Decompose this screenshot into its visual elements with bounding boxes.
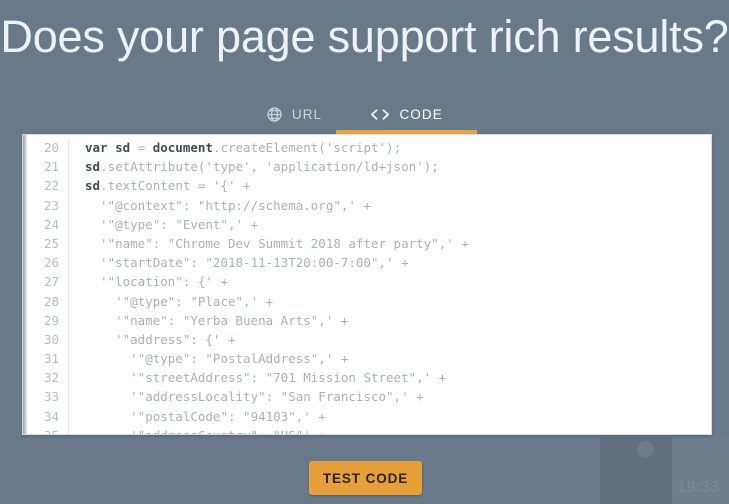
ghost-strip [672, 470, 729, 504]
tab-url[interactable]: URL [252, 96, 336, 132]
ghost-person-head [637, 441, 654, 458]
code-line: 30 '"address": {' + [27, 329, 711, 350]
line-number: 35 [27, 425, 69, 434]
code-line: 22 sd.textContent = '{' + [27, 176, 711, 196]
code-line-text: '"@type": "Place",' + [85, 293, 274, 309]
code-line-text: '"@context": "http://schema.org",' + [85, 197, 371, 213]
line-number: 33 [27, 387, 69, 407]
line-number: 28 [27, 291, 69, 311]
globe-icon [266, 106, 283, 123]
code-line: 35 '"addressCountry": "US"' + [27, 425, 711, 434]
code-line: 29 '"name": "Yerba Buena Arts",' + [27, 310, 711, 330]
tab-code[interactable]: CODE [336, 96, 478, 134]
code-line: 34 '"postalCode": "94103",' + [27, 406, 711, 426]
code-line: 24 '"@type": "Event",' + [27, 214, 711, 234]
line-number: 25 [27, 233, 69, 254]
line-number: 24 [27, 214, 69, 234]
code-line-text: '"addressLocality": "San Francisco",' + [85, 389, 424, 405]
code-line: 23 '"@context": "http://schema.org",' + [27, 195, 711, 215]
code-line-text: '"startDate": "2018-11-13T20:00-7:00",' … [85, 255, 409, 271]
ghost-block-right [672, 437, 729, 477]
code-line: 25 '"name": "Chrome Dev Summit 2018 afte… [27, 233, 711, 254]
line-number: 20 [27, 138, 69, 158]
code-line-text: '"postalCode": "94103",' + [85, 408, 326, 424]
code-brackets-icon [370, 107, 390, 122]
code-line-text: var sd = document.createElement('script'… [85, 140, 402, 155]
ghost-block-left [600, 437, 672, 504]
code-line: 26 '"startDate": "2018-11-13T20:00-7:00"… [27, 253, 711, 273]
line-number: 34 [27, 406, 69, 426]
code-line-list: 20 var sd = document.createElement('scrip… [27, 138, 711, 434]
line-number: 22 [27, 176, 69, 196]
ghost-person-silhouette [627, 440, 665, 500]
code-line: 32 '"streetAddress": "701 Mission Street… [27, 368, 711, 388]
code-line-text: '"address": {' + [85, 331, 236, 347]
line-number: 21 [27, 157, 69, 177]
code-line: 21 sd.setAttribute('type', 'application/l… [27, 157, 711, 177]
tab-bar: URL CODE [0, 96, 729, 134]
code-editor-panel[interactable]: 20 var sd = document.createElement('scrip… [22, 134, 712, 435]
code-line-text: '"name": "Yerba Buena Arts",' + [85, 312, 349, 328]
code-line: 28 '"@type": "Place",' + [27, 291, 711, 311]
code-line-text: '"addressCountry": "US"' + [69, 426, 326, 434]
line-number: 32 [27, 368, 69, 388]
code-line-text: '"name": "Chrome Dev Summit 2018 after p… [85, 235, 469, 251]
tab-url-label: URL [291, 106, 323, 122]
line-number: 26 [27, 253, 69, 273]
tab-code-label: CODE [399, 106, 443, 122]
line-number: 30 [27, 329, 69, 350]
tab-code-underline [336, 130, 478, 134]
line-number: 23 [27, 195, 69, 215]
line-number: 29 [27, 310, 69, 330]
page-title: Does your page support rich results? [0, 11, 729, 62]
code-line-text: '"location": {' + [85, 274, 228, 290]
code-line-text: sd.setAttribute('type', 'application/ld+… [85, 159, 439, 175]
code-line: 20 var sd = document.createElement('scrip… [27, 138, 711, 158]
test-code-button[interactable]: TEST CODE [309, 461, 422, 495]
code-line: 31 '"@type": "PostalAddress",' + [27, 349, 711, 369]
code-line: 27 '"location": {' + [27, 272, 711, 292]
code-line-text: '"streetAddress": "701 Mission Street",'… [85, 370, 447, 386]
line-number: 27 [27, 272, 69, 292]
video-timestamp: 19:33 [677, 479, 720, 496]
code-line: 33 '"addressLocality": "San Francisco",'… [27, 387, 711, 407]
code-line-text: sd.textContent = '{' + [85, 178, 251, 194]
code-line-text: '"@type": "Event",' + [85, 216, 259, 232]
line-number: 31 [27, 349, 69, 369]
code-line-text: '"@type": "PostalAddress",' + [85, 351, 349, 367]
